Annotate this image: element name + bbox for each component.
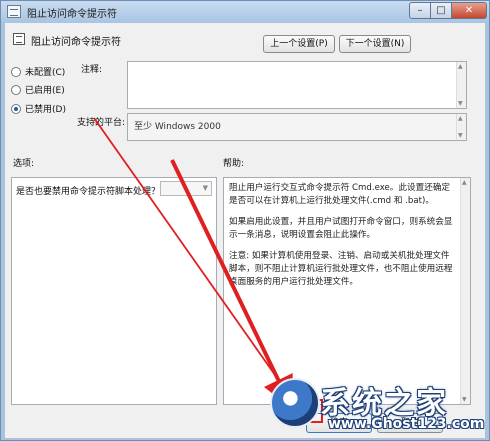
next-setting-button[interactable]: 下一个设置(N) <box>339 35 411 53</box>
help-paragraph-2: 如果启用此设置，并且用户试图打开命令窗口，则系统会显示一条消息，说明设置会阻止此… <box>229 217 453 240</box>
radio-enabled-label: 已启用(E) <box>25 86 65 96</box>
radio-not-configured-label: 未配置(C) <box>25 68 66 78</box>
previous-setting-button[interactable]: 上一个设置(P) <box>263 35 335 53</box>
setting-heading: 阻止访问命令提示符 <box>31 37 121 48</box>
policy-dialog-window: 阻止访问命令提示符 – □ ✕ 阻止访问命令提示符 上一个设置(P) 下一个设置… <box>0 0 490 441</box>
help-label: 帮助: <box>223 159 245 169</box>
radio-enabled-circle[interactable] <box>11 84 21 95</box>
help-panel: 阻止用户运行交互式命令提示符 Cmd.exe。此设置还确定是否可以在计算机上运行… <box>223 177 471 405</box>
help-scrollbar[interactable] <box>460 178 470 404</box>
script-processing-dropdown[interactable]: ▼ <box>160 181 212 196</box>
platform-label: 支持的平台: <box>77 118 126 128</box>
radio-enabled[interactable]: 已启用(E) <box>11 83 65 96</box>
radio-disabled-circle[interactable] <box>11 103 21 114</box>
radio-disabled-label: 已禁用(D) <box>25 105 66 115</box>
window-title: 阻止访问命令提示符 <box>27 9 117 20</box>
setting-icon <box>13 33 25 45</box>
platform-value: 至少 Windows 2000 <box>134 122 221 132</box>
globe-icon <box>270 378 320 428</box>
chevron-down-icon: ▼ <box>202 184 208 192</box>
comment-label: 注释: <box>81 65 103 75</box>
platform-scrollbar[interactable] <box>456 114 466 140</box>
comment-textarea[interactable] <box>127 61 467 109</box>
radio-not-configured[interactable]: 未配置(C) <box>11 65 65 78</box>
comment-scrollbar[interactable] <box>456 62 466 108</box>
title-bar[interactable]: 阻止访问命令提示符 – □ ✕ <box>1 1 489 23</box>
radio-not-configured-circle[interactable] <box>11 66 21 77</box>
maximize-button[interactable]: □ <box>430 2 452 19</box>
options-question: 是否也要禁用命令提示符脚本处理？ <box>16 187 161 197</box>
radio-disabled[interactable]: 已禁用(D) <box>11 102 66 115</box>
help-paragraph-1: 阻止用户运行交互式命令提示符 Cmd.exe。此设置还确定是否可以在计算机上运行… <box>229 183 451 206</box>
platform-field: 至少 Windows 2000 <box>127 113 467 141</box>
options-panel: 是否也要禁用命令提示符脚本处理？ ▼ <box>11 177 217 405</box>
watermark-logo: 系统之家 www.Ghost123.com <box>268 376 486 438</box>
minimize-button[interactable]: – <box>409 2 431 19</box>
policy-icon <box>7 5 21 18</box>
watermark-url: www.Ghost123.com <box>328 416 485 432</box>
close-button[interactable]: ✕ <box>451 2 487 19</box>
help-paragraph-3: 注意: 如果计算机使用登录、注销、启动或关机批处理文件脚本，则不阻止计算机运行批… <box>229 251 453 287</box>
options-label: 选项: <box>13 159 35 169</box>
